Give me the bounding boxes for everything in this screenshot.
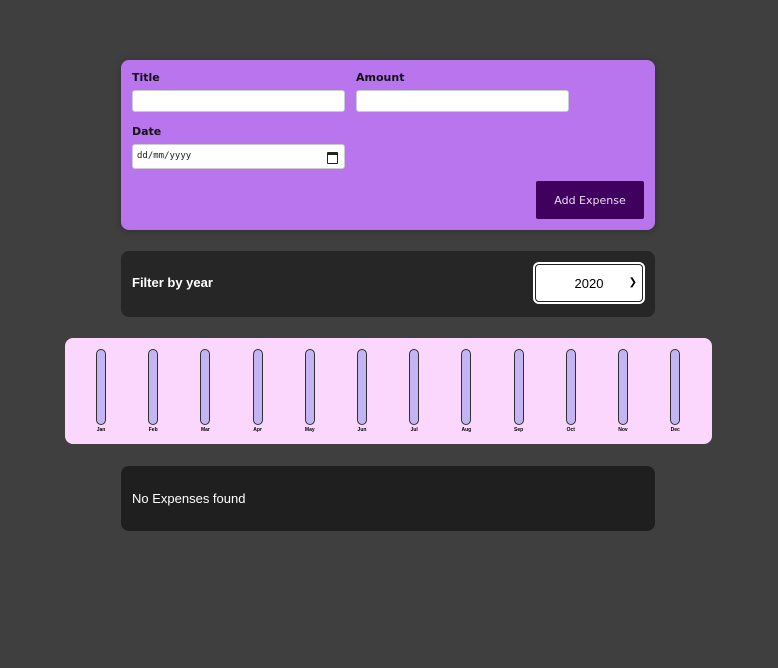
expenses-list: No Expenses found <box>121 466 655 531</box>
chart-bar-label: Mar <box>200 427 210 433</box>
filter-label: Filter by year <box>132 275 213 290</box>
chart-bar-label: Dec <box>670 427 680 433</box>
title-label: Title <box>132 71 160 84</box>
year-select[interactable]: 2020 ❯ <box>533 262 645 304</box>
chart-bar-feb: Feb <box>133 349 173 435</box>
chart-bar-label: Aug <box>461 427 472 433</box>
title-input[interactable] <box>132 90 345 112</box>
title-field-group: Title <box>132 71 345 112</box>
date-label: Date <box>132 125 162 138</box>
chart-bar-track <box>148 349 159 425</box>
year-select-value: 2020 <box>574 275 604 291</box>
date-placeholder: dd/mm/yyyy <box>137 151 192 161</box>
chart-bar-label: Sep <box>514 427 524 433</box>
chart-bar-label: May <box>304 427 315 433</box>
chart-bar-label: Feb <box>148 427 158 433</box>
amount-field-group: Amount <box>356 71 569 112</box>
chart-bar-label: Apr <box>253 427 262 433</box>
expenses-filter: Filter by year 2020 ❯ <box>121 251 655 317</box>
chart-bar-track <box>513 349 524 425</box>
chart-bar-track <box>461 349 472 425</box>
chart-bar-label: Jun <box>357 427 367 433</box>
chart-bar-mar: Mar <box>185 349 225 435</box>
chart-bar-track <box>304 349 315 425</box>
chart-bar-label: Jan <box>96 427 106 433</box>
chart-bar-jul: Jul <box>394 349 434 435</box>
amount-label: Amount <box>356 71 405 84</box>
expenses-chart: Jan Feb Mar Apr May Jun Jul Aug Sep Oct Nov Dec <box>65 338 712 444</box>
page: Title Amount Date dd/mm/yyyy Add Expense… <box>0 0 778 668</box>
chart-bar-may: May <box>290 349 330 435</box>
chart-bar-apr: Apr <box>238 349 278 435</box>
amount-input[interactable] <box>356 90 569 112</box>
chart-bar-sep: Sep <box>499 349 539 435</box>
new-expense-form: Title Amount Date dd/mm/yyyy Add Expense <box>121 60 655 230</box>
chart-bar-track <box>357 349 367 425</box>
chart-bar-track <box>96 349 106 425</box>
chart-bar-track <box>200 349 211 425</box>
calendar-icon[interactable] <box>327 152 338 164</box>
chevron-down-icon: ❯ <box>628 277 637 288</box>
date-field-group: Date dd/mm/yyyy <box>132 125 345 169</box>
date-input[interactable]: dd/mm/yyyy <box>132 144 345 169</box>
chart-bar-aug: Aug <box>446 349 486 435</box>
chart-bar-oct: Oct <box>551 349 591 435</box>
chart-bar-nov: Nov <box>603 349 643 435</box>
chart-bar-track <box>618 349 628 425</box>
chart-bar-track <box>565 349 576 425</box>
chart-bar-label: Nov <box>618 427 628 433</box>
chart-bar-dec: Dec <box>655 349 695 435</box>
chart-bar-label: Jul <box>410 427 418 433</box>
add-expense-button[interactable]: Add Expense <box>536 181 644 219</box>
chart-bar-track <box>670 349 681 425</box>
chart-bar-jun: Jun <box>342 349 382 435</box>
chart-bar-jan: Jan <box>81 349 121 435</box>
chart-bar-label: Oct <box>566 427 575 433</box>
chart-bar-track <box>409 349 420 425</box>
empty-list-message: No Expenses found <box>132 491 246 506</box>
chart-bar-track <box>252 349 263 425</box>
